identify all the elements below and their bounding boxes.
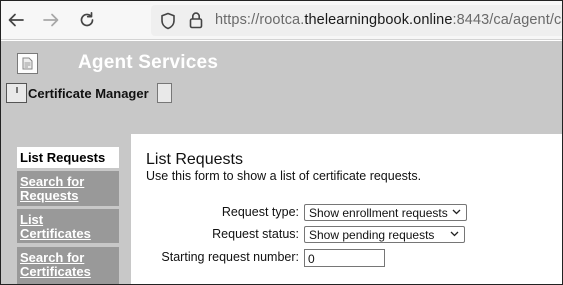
request-status-value: Show pending requests: [309, 228, 435, 242]
url-host: thelearningbook.online: [304, 12, 453, 28]
sidebar-item-list-requests[interactable]: List Requests: [17, 147, 119, 168]
broken-image-icon: [6, 83, 27, 103]
back-button[interactable]: [3, 7, 29, 33]
lock-icon[interactable]: [189, 11, 203, 29]
chevron-down-icon: [452, 209, 461, 215]
starting-request-number-label: Starting request number:: [161, 250, 299, 264]
broken-image-icon: [157, 83, 172, 103]
sidebar-item-list-certificates[interactable]: List Certificates: [17, 209, 119, 243]
chevron-down-icon: [450, 231, 459, 237]
reload-icon: [80, 11, 94, 27]
main-content: List Requests Use this form to show a li…: [131, 134, 562, 284]
reload-button[interactable]: [74, 7, 100, 33]
sidebar-item-search-certificates[interactable]: Search for Certificates: [17, 247, 119, 284]
arrow-left-icon: [8, 13, 24, 27]
agent-services-header: Agent Services Certificate Manager: [1, 41, 562, 134]
certificate-manager-title: Certificate Manager: [28, 86, 149, 101]
shield-icon[interactable]: [160, 12, 176, 30]
address-bar[interactable]: https://rootca.thelearningbook.online:84…: [151, 5, 562, 36]
browser-toolbar: https://rootca.thelearningbook.online:84…: [1, 1, 562, 40]
request-status-label: Request status:: [212, 227, 299, 241]
sidebar-item-search-requests[interactable]: Search for Requests: [17, 171, 119, 206]
request-type-value: Show enrollment requests: [309, 206, 448, 220]
request-status-select[interactable]: Show pending requests: [304, 226, 465, 243]
starting-request-number-input[interactable]: 0: [304, 249, 385, 267]
arrow-right-icon: [43, 13, 59, 27]
request-type-label: Request type:: [221, 205, 299, 219]
forward-button[interactable]: [38, 7, 64, 33]
page-title: List Requests: [146, 151, 243, 168]
sidebar-nav: List Requests Search for Requests List C…: [1, 134, 131, 284]
broken-image-icon: [17, 53, 38, 74]
request-type-select[interactable]: Show enrollment requests: [304, 204, 467, 221]
url-text[interactable]: https://rootca.thelearningbook.online:84…: [215, 12, 563, 28]
url-suffix: :8443/ca/agent/ca/: [452, 12, 563, 28]
browser-window: https://rootca.thelearningbook.online:84…: [0, 0, 563, 285]
url-prefix: https://rootca.: [215, 12, 305, 28]
page-description: Use this form to show a list of certific…: [146, 169, 422, 183]
page-header-title: Agent Services: [78, 52, 219, 73]
